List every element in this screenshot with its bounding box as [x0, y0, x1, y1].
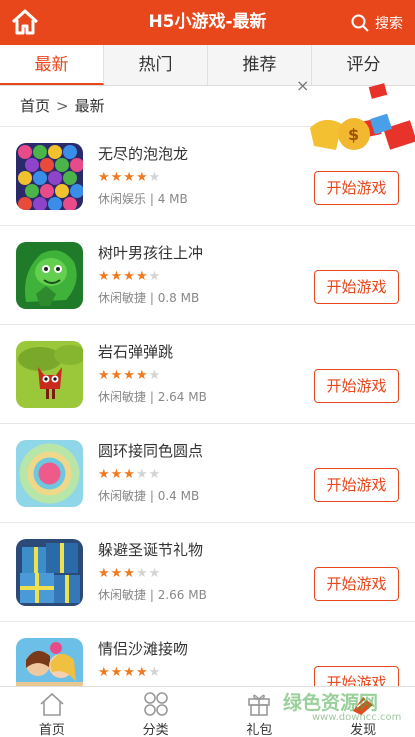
- rating-stars: ★★★★★: [98, 665, 162, 680]
- game-item[interactable]: 树叶男孩往上冲 ★★★★★ 休闲敏捷 | 0.8 MB 开始游戏: [0, 226, 415, 325]
- home-icon: [40, 692, 64, 716]
- game-name[interactable]: 躲避圣诞节礼物: [98, 539, 203, 560]
- tab-hot[interactable]: 热门: [104, 45, 208, 85]
- start-game-button[interactable]: 开始游戏: [314, 468, 399, 502]
- breadcrumb-home[interactable]: 首页: [20, 97, 50, 115]
- breadcrumb-separator: >: [56, 97, 69, 115]
- game-name[interactable]: 树叶男孩往上冲: [98, 242, 203, 263]
- start-game-button[interactable]: 开始游戏: [314, 567, 399, 601]
- game-category: 休闲敏捷: [98, 390, 147, 404]
- ad-graphic: $: [310, 83, 415, 150]
- game-item[interactable]: 躲避圣诞节礼物 ★★★★★ 休闲敏捷 | 2.66 MB 开始游戏: [0, 523, 415, 622]
- game-item[interactable]: 岩石弹弹跳 ★★★★★ 休闲敏捷 | 2.64 MB 开始游戏: [0, 325, 415, 424]
- nav-gift-label: 礼包: [246, 723, 273, 737]
- game-size: 4 MB: [157, 192, 188, 206]
- game-category: 休闲娱乐: [98, 192, 147, 206]
- game-size: 2.66 MB: [157, 588, 207, 602]
- gift-icon: [248, 694, 271, 716]
- game-name[interactable]: 无尽的泡泡龙: [98, 143, 188, 164]
- nav-home-label: 首页: [38, 723, 65, 737]
- rating-stars: ★★★★★: [98, 170, 162, 185]
- game-size: 0.8 MB: [157, 291, 200, 305]
- search-button[interactable]: 搜索: [351, 0, 403, 45]
- bubble-shooter-icon: [16, 143, 83, 210]
- rating-stars: ★★★★★: [98, 467, 162, 482]
- game-item[interactable]: 圆环接同色圆点 ★★★★★ 休闲敏捷 | 0.4 MB 开始游戏: [0, 424, 415, 523]
- leaf-boy-icon: [16, 242, 83, 309]
- watermark-text: 绿色资源网: [283, 692, 379, 714]
- game-name[interactable]: 情侣沙滩接吻: [98, 638, 188, 659]
- nav-home[interactable]: 首页: [0, 687, 104, 737]
- game-category: 休闲敏捷: [98, 489, 147, 503]
- watermark-url: www.downcc.com: [312, 712, 402, 723]
- nav-category[interactable]: 分类: [104, 687, 208, 737]
- breadcrumb-current: 最新: [74, 97, 105, 115]
- gift-boxes-icon: [16, 539, 83, 606]
- tab-latest[interactable]: 最新: [0, 45, 104, 85]
- game-meta: 休闲敏捷 | 0.8 MB: [98, 291, 200, 305]
- game-name[interactable]: 圆环接同色圆点: [98, 440, 203, 461]
- game-meta: 休闲娱乐 | 4 MB: [98, 192, 188, 206]
- game-meta: 休闲敏捷 | 0.4 MB: [98, 489, 200, 503]
- rock-bounce-icon: [16, 341, 83, 408]
- game-size: 0.4 MB: [157, 489, 200, 503]
- floating-ad[interactable]: × $: [296, 76, 415, 186]
- rating-stars: ★★★★★: [98, 269, 162, 284]
- game-meta: 休闲敏捷 | 2.64 MB: [98, 390, 207, 404]
- color-ring-icon: [16, 440, 83, 507]
- game-category: 休闲敏捷: [98, 291, 147, 305]
- search-label: 搜索: [375, 15, 403, 32]
- nav-discover-label: 发现: [350, 723, 377, 737]
- category-grid-icon: [143, 692, 168, 716]
- game-size: 2.64 MB: [157, 390, 207, 404]
- start-game-button[interactable]: 开始游戏: [314, 369, 399, 403]
- game-list: 无尽的泡泡龙 ★★★★★ 休闲娱乐 | 4 MB 开始游戏 树叶男孩往上冲 ★★…: [0, 127, 415, 721]
- search-icon: [351, 14, 369, 32]
- start-game-button[interactable]: 开始游戏: [314, 270, 399, 304]
- nav-category-label: 分类: [142, 723, 169, 737]
- rating-stars: ★★★★★: [98, 566, 162, 581]
- svg-text:$: $: [348, 125, 359, 144]
- rating-stars: ★★★★★: [98, 368, 162, 383]
- game-category: 休闲敏捷: [98, 588, 147, 602]
- top-header: H5小游戏-最新 搜索: [0, 0, 415, 45]
- game-meta: 休闲敏捷 | 2.66 MB: [98, 588, 207, 602]
- game-name[interactable]: 岩石弹弹跳: [98, 341, 173, 362]
